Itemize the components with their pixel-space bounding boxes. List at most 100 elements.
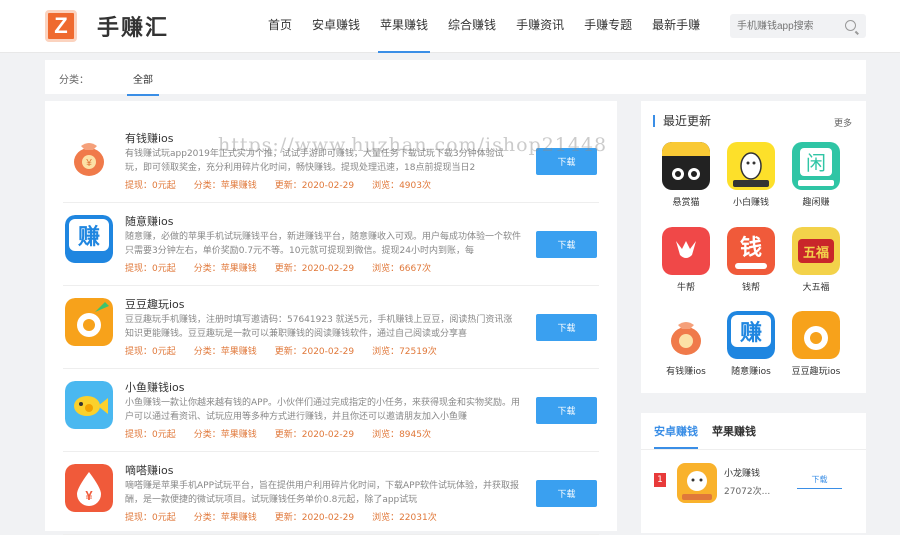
- grid-label: 随意赚ios: [731, 367, 771, 377]
- nav-topics[interactable]: 手赚专题: [574, 0, 642, 53]
- app-views: 浏览：8945次: [372, 430, 431, 440]
- doudou-icon: [792, 311, 840, 359]
- money-bag-icon: [662, 311, 710, 359]
- grid-item[interactable]: 悬赏猫: [656, 142, 716, 208]
- grid-label: 小白赚钱: [732, 198, 769, 208]
- logo-text: 手赚汇: [97, 16, 170, 41]
- app-desc: 豆豆趣玩手机赚钱，注册时填写邀请码：57641923 就送5元，手机赚钱上豆豆，…: [125, 315, 513, 339]
- list-item: ¥ 有钱赚ios 有钱赚试玩app2019年正式实力个推，试试手游即可赚钱，大量…: [63, 120, 599, 203]
- grid-item[interactable]: 赚 随意赚ios: [721, 311, 781, 377]
- download-button[interactable]: 下载: [536, 148, 597, 175]
- app-withdraw: 提现：0元起: [125, 181, 176, 191]
- fish-icon[interactable]: [65, 381, 113, 429]
- app-category: 分类：苹果赚钱: [193, 264, 257, 274]
- app-updated: 更新：2020-02-29: [274, 181, 355, 191]
- app-views: 浏览：4903次: [372, 181, 431, 191]
- nav-android[interactable]: 安卓赚钱: [302, 0, 370, 53]
- list-item: 小鱼赚钱ios 小鱼赚钱一款让你越来越有钱的APP。小伙伴们通过完成指定的小任务…: [63, 369, 599, 452]
- app-name[interactable]: 嘀嗒赚ios: [125, 462, 174, 478]
- app-name[interactable]: 豆豆趣玩ios: [125, 296, 185, 312]
- svg-text:¥: ¥: [85, 488, 93, 503]
- svg-text:五福: 五福: [803, 245, 829, 261]
- list-item: 赚 随意赚ios 随意赚，必做的苹果手机试玩赚钱平台，新进赚钱平台，随意赚收入可…: [63, 203, 599, 286]
- svg-text:赚: 赚: [740, 320, 762, 346]
- app-list: ¥ 有钱赚ios 有钱赚试玩app2019年正式实力个推，试试手游即可赚钱，大量…: [45, 101, 617, 535]
- grid-item[interactable]: 小白赚钱: [721, 142, 781, 208]
- app-meta: 提现：0元起 分类：苹果赚钱 更新：2020-02-29 浏览：6667次: [125, 261, 449, 274]
- app-meta: 提现：0元起 分类：苹果赚钱 更新：2020-02-29 浏览：4903次: [125, 178, 449, 191]
- app-name[interactable]: 随意赚ios: [125, 213, 174, 229]
- tab-divider: [641, 449, 866, 450]
- grid-item[interactable]: 闲 趣闲赚: [786, 142, 846, 208]
- app-name[interactable]: 有钱赚ios: [125, 130, 174, 146]
- svg-text:¥: ¥: [85, 158, 92, 169]
- app-withdraw: 提现：0元起: [125, 264, 176, 274]
- download-button[interactable]: 下载: [536, 314, 597, 341]
- app-withdraw: 提现：0元起: [125, 347, 176, 357]
- more-link[interactable]: 更多: [834, 116, 852, 129]
- xiaolong-icon[interactable]: [677, 463, 717, 503]
- rank-app-views: 27072次...: [724, 487, 771, 497]
- nav-news[interactable]: 手赚资讯: [506, 0, 574, 53]
- rank-download-button[interactable]: 下载: [797, 471, 842, 489]
- app-desc: 随意赚，必做的苹果手机试玩赚钱平台，新进赚钱平台，随意赚收入可观。用户每成功体验…: [125, 232, 521, 256]
- suiyizhuan-icon: 赚: [727, 311, 775, 359]
- grid-item[interactable]: 牛帮: [656, 227, 716, 293]
- download-button[interactable]: 下载: [536, 231, 597, 258]
- download-button[interactable]: 下载: [536, 397, 597, 424]
- app-updated: 更新：2020-02-29: [274, 347, 355, 357]
- grid-item[interactable]: 有钱赚ios: [656, 311, 716, 377]
- chick-icon: [727, 142, 775, 190]
- site-logo[interactable]: Z 手赚汇: [45, 10, 169, 42]
- qianbang-icon: 钱: [727, 227, 775, 275]
- app-desc: 小鱼赚钱一款让你越来越有钱的APP。小伙伴们通过完成指定的小任务，来获得现金和实…: [125, 398, 521, 422]
- nav-latest[interactable]: 最新手赚: [642, 0, 710, 53]
- nav-general[interactable]: 综合赚钱: [438, 0, 506, 53]
- recent-updates-panel: 最近更新 更多 悬赏猫 小白赚钱 闲 趣闲赚 牛帮 钱 钱帮 五福 大五福 有钱…: [641, 101, 866, 393]
- money-bag-icon[interactable]: ¥: [65, 132, 113, 180]
- app-views: 浏览：6667次: [372, 264, 431, 274]
- rank-app-name[interactable]: 小龙赚钱: [724, 466, 760, 479]
- tab-android[interactable]: 安卓赚钱: [654, 423, 698, 449]
- nav-ios[interactable]: 苹果赚钱: [370, 0, 438, 53]
- xian-icon: 闲: [792, 142, 840, 190]
- tab-ios[interactable]: 苹果赚钱: [712, 423, 756, 439]
- wufu-icon: 五福: [792, 227, 840, 275]
- app-category: 分类：苹果赚钱: [193, 430, 257, 440]
- filter-label: 分类：: [59, 75, 89, 86]
- download-button[interactable]: 下载: [536, 480, 597, 507]
- app-views: 浏览：72519次: [372, 347, 437, 357]
- svg-text:赚: 赚: [78, 224, 100, 250]
- grid-item[interactable]: 钱 钱帮: [721, 227, 781, 293]
- grid-item[interactable]: 豆豆趣玩ios: [786, 311, 846, 377]
- nav-home[interactable]: 首页: [258, 0, 302, 53]
- search-box: [730, 14, 866, 39]
- app-category: 分类：苹果赚钱: [193, 181, 257, 191]
- search-icon[interactable]: [845, 20, 856, 31]
- search-input[interactable]: [730, 14, 838, 39]
- filter-all-tab[interactable]: 全部: [127, 71, 159, 96]
- recent-title: 最近更新: [653, 115, 711, 127]
- app-category: 分类：苹果赚钱: [193, 513, 257, 523]
- doudou-icon[interactable]: [65, 298, 113, 346]
- suiyizhuan-icon[interactable]: 赚: [65, 215, 113, 263]
- ranking-panel: 安卓赚钱 苹果赚钱 1 小龙赚钱 27072次... 下载: [641, 413, 866, 533]
- grid-label: 趣闲赚: [802, 198, 830, 208]
- grid-item[interactable]: 五福 大五福: [786, 227, 846, 293]
- drop-icon[interactable]: ¥: [65, 464, 113, 512]
- grid-label: 豆豆趣玩ios: [791, 367, 841, 377]
- top-header: Z 手赚汇 首页 安卓赚钱 苹果赚钱 综合赚钱 手赚资讯 手赚专题 最新手赚: [0, 0, 900, 53]
- app-name[interactable]: 小鱼赚钱ios: [125, 379, 185, 395]
- svg-text:钱: 钱: [740, 235, 762, 261]
- grid-label: 大五福: [802, 283, 830, 293]
- app-desc: 有钱赚试玩app2019年正式实力个推，试试手游即可赚钱，大量任务下载试玩下载3…: [125, 149, 504, 173]
- app-views: 浏览：22031次: [372, 513, 437, 523]
- app-withdraw: 提现：0元起: [125, 513, 176, 523]
- app-desc: 嘀嗒赚是苹果手机APP试玩平台，旨在提供用户利用碎片化时间，下载APP软件试玩体…: [125, 481, 520, 505]
- rank-badge: 1: [654, 473, 666, 487]
- grid-label: 牛帮: [676, 283, 695, 293]
- category-filter: 分类： 全部: [45, 60, 866, 96]
- app-updated: 更新：2020-02-29: [274, 264, 355, 274]
- app-withdraw: 提现：0元起: [125, 430, 176, 440]
- app-category: 分类：苹果赚钱: [193, 347, 257, 357]
